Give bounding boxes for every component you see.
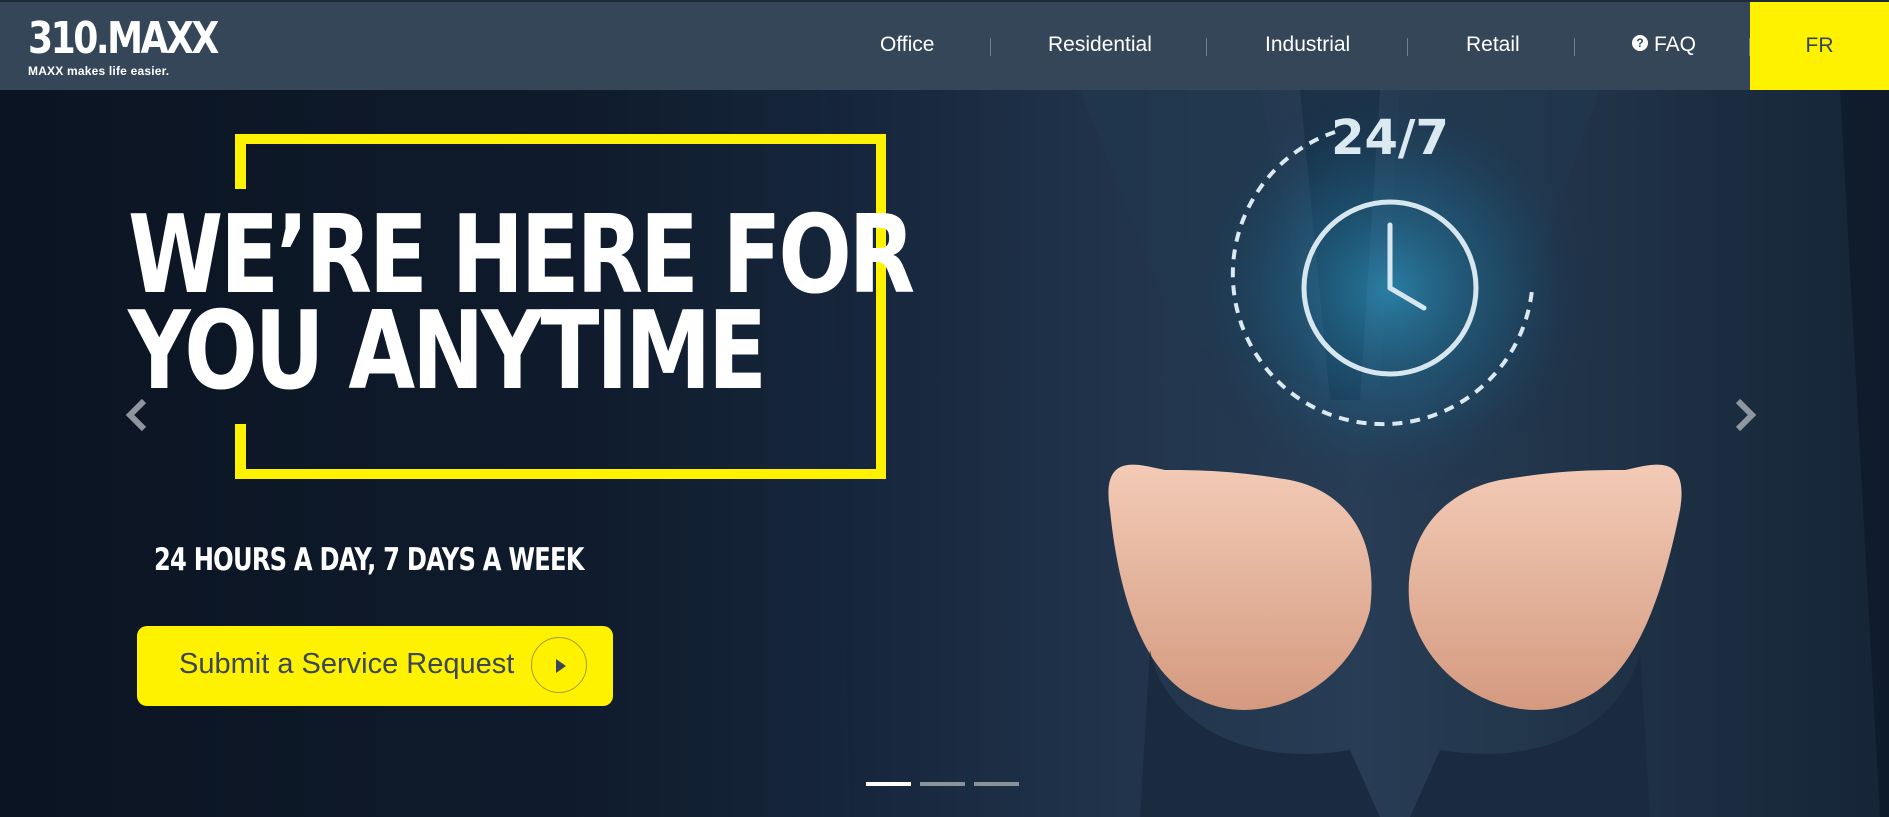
nav-item-office[interactable]: Office — [880, 32, 934, 58]
nav-faq-label: FAQ — [1654, 33, 1697, 56]
nav-item-residential[interactable]: Residential — [1048, 32, 1152, 58]
language-toggle-button[interactable]: FR — [1750, 2, 1889, 90]
question-circle-icon: ? — [1632, 35, 1648, 51]
carousel-indicator-2[interactable] — [920, 782, 965, 786]
hero-carousel: 24/7 WE’RE HERE FOR YOU ANYTIME 24 HOURS… — [0, 90, 1889, 817]
chevron-right-icon — [1735, 398, 1757, 432]
top-navigation-bar: 310.MAXX MAXX makes life easier. Office … — [0, 0, 1889, 90]
submit-service-request-button[interactable]: Submit a Service Request — [137, 626, 613, 706]
hero-image-badge-text: 24/7 — [1331, 110, 1449, 166]
play-circle-icon — [531, 637, 587, 693]
chevron-left-icon — [125, 398, 147, 432]
nav-item-retail[interactable]: Retail — [1466, 32, 1520, 58]
main-nav: Office Residential Industrial Retail ? FA… — [0, 2, 1889, 92]
carousel-prev-button[interactable] — [122, 395, 152, 435]
hero-headline: WE’RE HERE FOR YOU ANYTIME — [128, 202, 915, 414]
nav-divider — [990, 38, 991, 56]
carousel-indicator-1[interactable] — [866, 782, 911, 786]
nav-item-faq[interactable]: ? FAQ — [1632, 32, 1696, 58]
hero-subheadline: 24 HOURS A DAY, 7 DAYS A WEEK — [154, 542, 584, 578]
nav-divider — [1206, 38, 1207, 56]
headline-frame-corner — [235, 424, 246, 479]
carousel-indicator-3[interactable] — [974, 782, 1019, 786]
nav-divider — [1407, 38, 1408, 56]
hero-headline-line-2: YOU ANYTIME — [128, 289, 767, 414]
headline-frame-corner — [235, 134, 246, 189]
cta-label: Submit a Service Request — [179, 648, 515, 680]
carousel-next-button[interactable] — [1730, 395, 1760, 435]
nav-divider — [1574, 38, 1575, 56]
nav-item-industrial[interactable]: Industrial — [1265, 32, 1350, 58]
